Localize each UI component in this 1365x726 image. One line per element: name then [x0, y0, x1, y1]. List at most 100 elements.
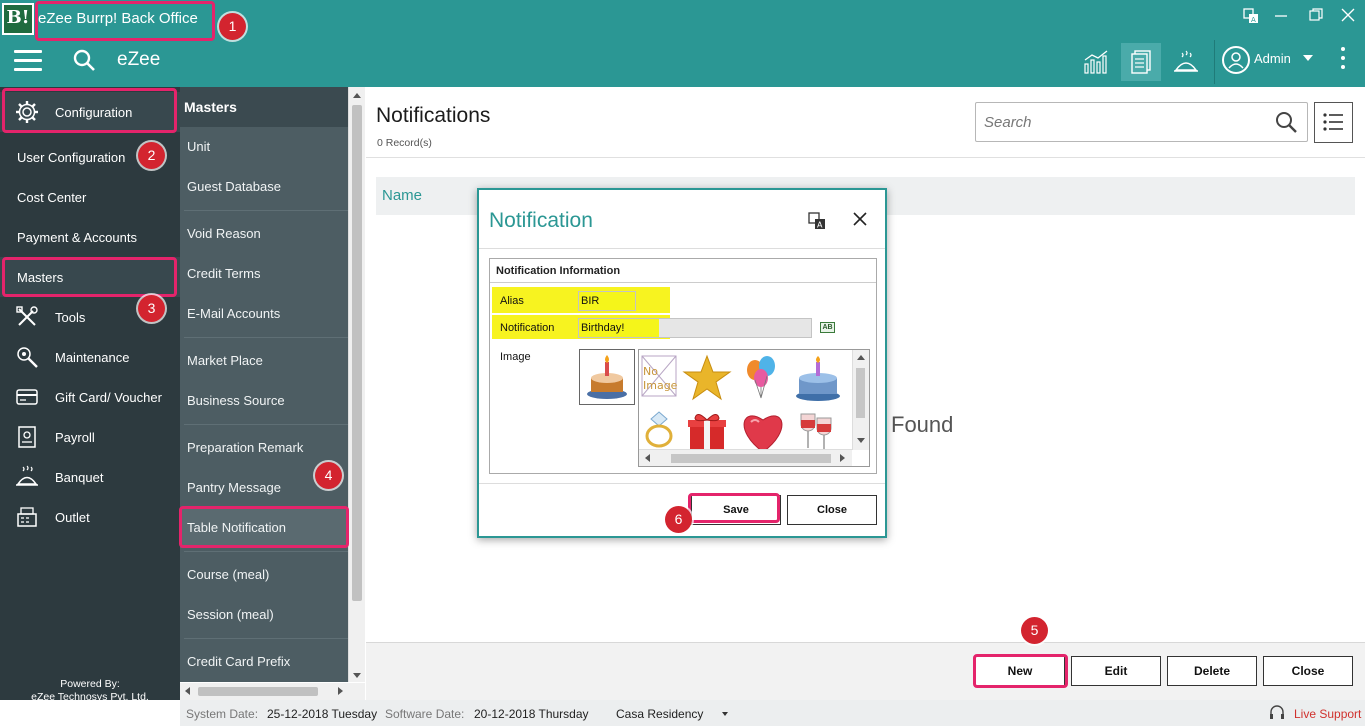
masters-item-unit[interactable]: Unit	[180, 127, 348, 167]
search-input[interactable]	[984, 111, 1264, 133]
sidebar-item-outlet[interactable]: Outlet	[0, 497, 180, 537]
keyboard-icon[interactable]: AB	[820, 322, 835, 333]
selected-image-preview	[579, 349, 635, 405]
user-name[interactable]: Admin	[1254, 51, 1291, 66]
masters-item-credit-terms[interactable]: Credit Terms	[180, 254, 348, 294]
payroll-icon	[14, 424, 40, 450]
dialog-close-button[interactable]: Close	[787, 495, 877, 525]
sidebar-item-label: Payment & Accounts	[17, 229, 137, 245]
annotation-box-title	[35, 1, 215, 41]
annotation-box-new	[973, 654, 1068, 688]
action-bar: New Edit Delete Close	[366, 642, 1365, 700]
image-picker-vertical-scrollbar[interactable]	[852, 350, 869, 450]
sidebar-item-label: Payroll	[55, 429, 95, 445]
more-options-icon[interactable]	[1340, 47, 1346, 73]
scroll-left-icon[interactable]	[645, 454, 650, 462]
scroll-thumb[interactable]	[671, 454, 831, 463]
masters-item-market-place[interactable]: Market Place	[180, 341, 348, 381]
maximize-icon[interactable]	[1305, 8, 1327, 28]
search-box[interactable]	[975, 102, 1308, 142]
annotation-badge: 1	[219, 13, 246, 40]
close-icon[interactable]	[851, 210, 869, 228]
blue-cake-icon[interactable]	[793, 354, 843, 404]
document-icon[interactable]	[1121, 43, 1161, 81]
annotation-box-table-notification	[179, 506, 349, 548]
masters-divider	[184, 638, 348, 639]
dialog-title: Notification	[489, 209, 593, 232]
notification-dialog: Notification A Notification Information …	[477, 188, 887, 538]
scroll-thumb[interactable]	[198, 687, 318, 696]
sidebar-item-gift-card[interactable]: Gift Card/ Voucher	[0, 377, 180, 417]
sidebar: Configuration User Configuration Cost Ce…	[0, 87, 180, 716]
close-button[interactable]: Close	[1263, 656, 1353, 686]
list-view-button[interactable]	[1314, 102, 1353, 143]
hamburger-menu-icon[interactable]	[14, 50, 42, 72]
edit-button[interactable]: Edit	[1071, 656, 1161, 686]
outlet-icon	[14, 504, 40, 530]
chart-icon[interactable]	[1076, 43, 1116, 81]
sidebar-item-maintenance[interactable]: Maintenance	[0, 337, 180, 377]
empty-state-text: Found	[891, 412, 954, 437]
masters-vertical-scrollbar[interactable]	[348, 87, 365, 682]
avatar[interactable]	[1222, 46, 1250, 74]
sidebar-item-label: User Configuration	[17, 149, 126, 165]
system-date: 25-12-2018 Tuesday	[267, 707, 378, 721]
masters-title: Masters	[180, 87, 348, 127]
minimize-icon[interactable]	[1270, 8, 1292, 28]
annotation-box-configuration	[2, 88, 177, 133]
scroll-left-icon[interactable]	[185, 687, 190, 695]
scroll-up-icon[interactable]	[353, 93, 361, 98]
sidebar-item-label: Cost Center	[17, 189, 87, 205]
scroll-thumb[interactable]	[352, 105, 362, 601]
svg-text:A: A	[817, 221, 823, 230]
column-name[interactable]: Name	[382, 187, 422, 204]
banquet-icon	[14, 464, 40, 490]
masters-item-session-meal[interactable]: Session (meal)	[180, 595, 348, 635]
property-selector[interactable]: Casa Residency	[616, 707, 703, 721]
page-title: Notifications	[376, 104, 491, 127]
masters-horizontal-scrollbar[interactable]	[180, 683, 365, 700]
scroll-right-icon[interactable]	[840, 454, 845, 462]
delete-button[interactable]: Delete	[1167, 656, 1257, 686]
sidebar-item-banquet[interactable]: Banquet	[0, 457, 180, 497]
alias-label: Alias	[500, 295, 524, 307]
masters-item-business-source[interactable]: Business Source	[180, 381, 348, 421]
translate-icon[interactable]: A	[1240, 8, 1262, 28]
headset-icon[interactable]	[1268, 704, 1286, 722]
scroll-right-icon[interactable]	[338, 687, 343, 695]
masters-item-email-accounts[interactable]: E-Mail Accounts	[180, 294, 348, 334]
masters-item-void-reason[interactable]: Void Reason	[180, 214, 348, 254]
image-picker-horizontal-scrollbar[interactable]	[639, 449, 852, 466]
search-icon[interactable]	[1274, 110, 1300, 136]
powered-by-label: Powered By:	[60, 678, 120, 690]
sidebar-item-label: Banquet	[55, 469, 104, 485]
banquet-icon[interactable]	[1166, 43, 1206, 81]
alias-input[interactable]	[578, 291, 636, 311]
star-icon[interactable]	[681, 354, 732, 404]
sidebar-item-payroll[interactable]: Payroll	[0, 417, 180, 457]
scroll-down-icon[interactable]	[353, 673, 361, 678]
close-icon[interactable]	[1337, 8, 1359, 28]
image-picker[interactable]: No Image	[638, 349, 870, 467]
masters-divider	[184, 337, 348, 338]
translate-icon[interactable]: A	[808, 212, 826, 230]
scroll-thumb[interactable]	[856, 368, 865, 418]
masters-item-credit-card-prefix[interactable]: Credit Card Prefix	[180, 642, 348, 682]
balloons-icon[interactable]	[737, 354, 787, 404]
annotation-badge: 3	[138, 295, 165, 322]
sidebar-item-label: Gift Card/ Voucher	[55, 389, 162, 405]
scroll-up-icon[interactable]	[857, 355, 865, 360]
scroll-down-icon[interactable]	[857, 438, 865, 443]
sidebar-item-payment-accounts[interactable]: Payment & Accounts	[0, 217, 180, 257]
brand-text: eZee	[117, 49, 161, 70]
live-support-link[interactable]: Live Support	[1294, 707, 1361, 721]
annotation-badge: 5	[1021, 617, 1048, 644]
chevron-down-icon[interactable]	[722, 712, 728, 716]
masters-item-guest-database[interactable]: Guest Database	[180, 167, 348, 207]
chevron-down-icon[interactable]	[1303, 55, 1313, 61]
notification-input[interactable]	[578, 318, 812, 338]
search-icon[interactable]	[72, 48, 98, 74]
sidebar-item-cost-center[interactable]: Cost Center	[0, 177, 180, 217]
masters-item-course-meal[interactable]: Course (meal)	[180, 555, 348, 595]
main-toolbar: eZee Admin	[0, 38, 1365, 87]
